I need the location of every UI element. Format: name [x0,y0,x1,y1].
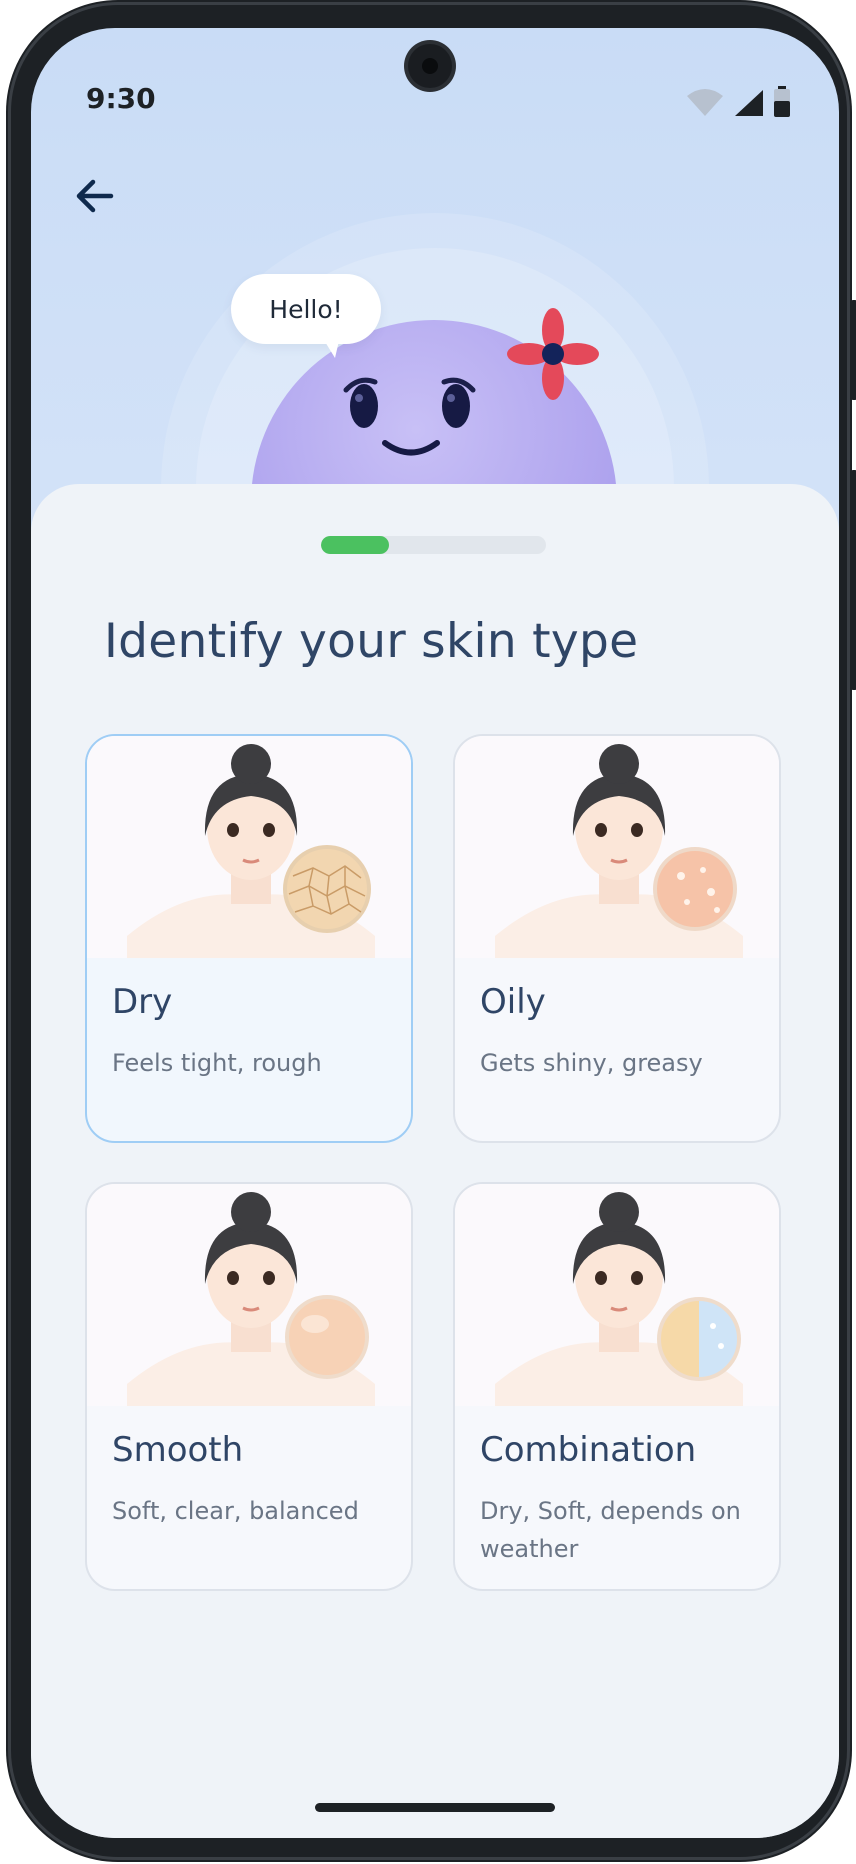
app-screen: 9:30 Hello! Identify your skin type Dry … [31,28,839,1838]
card-illustration [87,736,411,958]
status-icons [685,86,791,118]
progress-bar-fill [321,536,389,554]
side-button-power [850,470,856,690]
arrow-left-icon [76,179,114,213]
card-title: Oily [480,982,546,1022]
greeting-text: Hello! [269,294,343,324]
battery-icon [774,86,790,117]
woman-illustration [127,744,375,958]
card-title: Dry [112,982,173,1022]
card-description: Dry, Soft, depends on weather [480,1497,741,1563]
woman-illustration [495,744,743,958]
card-title: Smooth [112,1430,244,1470]
cellular-signal-icon [735,90,763,116]
home-indicator[interactable] [315,1803,555,1812]
skin-type-card-combination[interactable]: Combination Dry, Soft, depends on weathe… [453,1182,781,1591]
front-camera [408,44,452,88]
page-title: Identify your skin type [104,614,639,669]
phone-frame: 9:30 Hello! Identify your skin type Dry … [6,0,856,1862]
woman-illustration [495,1192,743,1406]
status-time: 9:30 [86,82,156,115]
woman-illustration [127,1192,375,1406]
card-illustration [87,1184,411,1406]
card-title: Combination [480,1430,697,1470]
speech-bubble-tail [319,332,341,358]
skin-type-card-dry[interactable]: Dry Feels tight, rough [85,734,413,1143]
card-illustration [455,736,779,958]
side-button-volume [850,300,856,400]
progress-bar [321,536,546,554]
skin-type-card-smooth[interactable]: Smooth Soft, clear, balanced [85,1182,413,1591]
content-sheet [31,484,839,1838]
wifi-icon [687,89,723,116]
card-description: Gets shiny, greasy [480,1049,703,1077]
skin-type-card-oily[interactable]: Oily Gets shiny, greasy [453,734,781,1143]
back-button[interactable] [67,168,123,224]
card-description: Soft, clear, balanced [112,1497,359,1525]
speech-bubble: Hello! [231,274,381,344]
flower-icon [507,308,599,400]
card-illustration [455,1184,779,1406]
card-description: Feels tight, rough [112,1049,322,1077]
